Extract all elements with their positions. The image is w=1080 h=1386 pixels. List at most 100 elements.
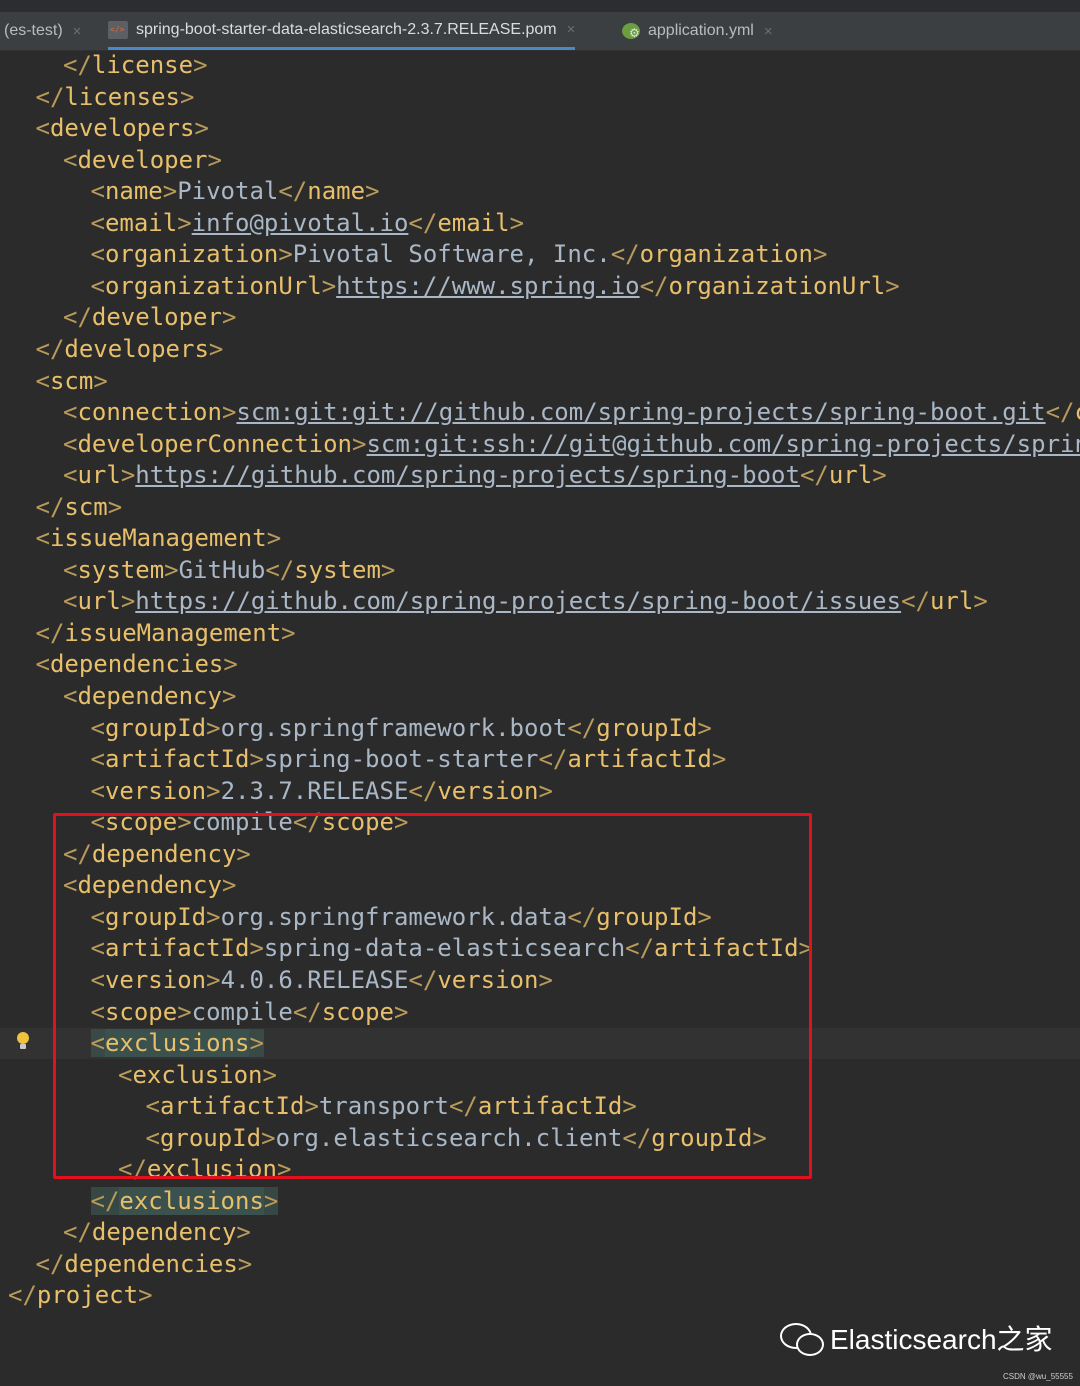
code-editor[interactable]: </license> </licenses> <developers> <develo… <box>0 50 1080 1386</box>
xml-bracket: > <box>194 114 209 143</box>
xml-bracket: > <box>107 492 123 521</box>
code-line[interactable]: </developers> <box>36 334 224 365</box>
code-line[interactable]: </dependency> <box>63 1217 251 1248</box>
close-icon[interactable]: × <box>73 23 82 40</box>
code-line[interactable]: <developerConnection>scm:git:ssh://git@g… <box>63 429 1080 460</box>
xml-tag-name: licenses <box>64 82 180 111</box>
xml-tag-name: developer <box>77 145 208 174</box>
highlight-annotation-box <box>53 813 812 1179</box>
xml-bracket: </ <box>35 492 65 521</box>
code-line[interactable]: <developers> <box>36 113 209 144</box>
editor-tab-bar: (es-test) × spring-boot-starter-data-ela… <box>0 0 1080 51</box>
xml-bracket: > <box>138 1281 153 1310</box>
xml-bracket: > <box>162 177 178 206</box>
xml-bracket: > <box>208 334 224 363</box>
code-line[interactable]: <issueManagement> <box>36 523 282 554</box>
code-line[interactable]: <scm> <box>36 366 108 397</box>
close-icon[interactable]: × <box>764 23 773 40</box>
xml-bracket: < <box>63 587 78 616</box>
xml-tag-name: artifactId <box>567 745 712 774</box>
code-line[interactable]: <system>GitHub</system> <box>63 555 395 586</box>
code-line[interactable]: <version>2.3.7.RELEASE</version> <box>91 776 553 807</box>
code-line[interactable]: <developer> <box>63 145 222 176</box>
xml-tag-name: version <box>104 776 207 805</box>
code-line[interactable]: <url>https://github.com/spring-projects/… <box>63 586 988 617</box>
code-line[interactable]: </dependencies> <box>36 1249 253 1280</box>
code-line[interactable]: <dependencies> <box>36 649 238 680</box>
code-line[interactable]: </scm> <box>36 492 123 523</box>
xml-text: Pivotal <box>177 177 279 206</box>
code-line[interactable]: <artifactId>spring-boot-starter</artifac… <box>91 744 727 775</box>
xml-bracket: </ <box>90 1186 120 1215</box>
watermark: Elasticsearch之家 <box>780 1318 1053 1358</box>
xml-bracket: > <box>321 271 337 300</box>
code-line[interactable]: </license> <box>63 50 208 81</box>
code-line[interactable]: </developer> <box>63 302 236 333</box>
xml-bracket: </ <box>610 240 640 269</box>
xml-tag-name: issueManagement <box>49 524 267 553</box>
xml-tag-name: organizationUrl <box>104 271 322 300</box>
xml-bracket: > <box>266 524 282 553</box>
xml-bracket: </ <box>901 587 930 616</box>
xml-bracket: > <box>885 271 900 300</box>
code-line[interactable]: <organizationUrl>https://www.spring.io</… <box>91 271 900 302</box>
xml-bracket: > <box>221 398 237 427</box>
xml-bracket: > <box>164 555 179 584</box>
code-line[interactable]: <email>info@pivotal.io</email> <box>91 208 525 239</box>
xml-bracket: < <box>90 776 105 805</box>
xml-text[interactable]: scm:git:ssh://git@github.com/spring-proj… <box>366 430 1080 458</box>
xml-tag-name: exclusions <box>119 1186 264 1215</box>
xml-bracket: < <box>90 240 105 269</box>
code-line[interactable]: </exclusions> <box>90 1186 279 1217</box>
intention-bulb-icon[interactable] <box>16 1032 30 1050</box>
code-line[interactable]: </licenses> <box>36 82 195 113</box>
tab-application-yml[interactable]: application.yml × <box>622 12 773 50</box>
xml-text[interactable]: info@pivotal.io <box>192 209 409 237</box>
code-line[interactable]: </project> <box>8 1280 153 1311</box>
xml-bracket: < <box>63 461 78 490</box>
xml-bracket: > <box>221 682 237 710</box>
xml-bracket: < <box>63 682 78 710</box>
xml-bracket: > <box>236 1218 251 1247</box>
code-line[interactable]: <organization>Pivotal Software, Inc.</or… <box>91 239 828 270</box>
code-line[interactable]: <connection>scm:git:git://github.com/spr… <box>63 397 1080 428</box>
xml-bracket: </ <box>35 1249 65 1278</box>
code-line[interactable]: <groupId>org.springframework.boot</group… <box>91 713 712 744</box>
close-icon[interactable]: × <box>567 21 576 38</box>
xml-bracket: > <box>249 745 264 774</box>
xml-text[interactable]: scm:git:git://github.com/spring-projects… <box>236 398 1045 426</box>
xml-tag-name: artifactId <box>104 745 250 774</box>
tab-pom-file[interactable]: spring-boot-starter-data-elasticsearch-2… <box>108 12 576 50</box>
xml-bracket: > <box>872 461 887 490</box>
xml-bracket: > <box>281 618 296 647</box>
xml-bracket: < <box>90 713 105 742</box>
xml-bracket: < <box>63 555 78 584</box>
xml-bracket: > <box>538 776 553 805</box>
xml-bracket: < <box>90 745 105 774</box>
xml-file-icon <box>108 20 128 39</box>
xml-tag-name: name <box>104 177 163 206</box>
xml-tag-name: scm <box>64 492 108 521</box>
fold-gutter[interactable] <box>0 50 8 1386</box>
xml-text[interactable]: https://github.com/spring-projects/sprin… <box>135 587 901 615</box>
code-line[interactable]: <name>Pivotal</name> <box>91 176 380 207</box>
xml-tag-name: dependency <box>91 1218 237 1247</box>
tab-es-test[interactable]: (es-test) × <box>4 12 81 50</box>
xml-tag-name: developers <box>64 334 209 363</box>
xml-tag-name: url <box>77 587 121 616</box>
xml-bracket: > <box>352 429 367 458</box>
xml-bracket: </ <box>408 776 438 805</box>
code-line[interactable]: < url> https://github.com/spring-projects/… <box>63 460 887 491</box>
credit-text: CSDN @wu_55555 <box>1003 1372 1073 1381</box>
xml-bracket: </ <box>567 713 597 742</box>
code-line[interactable]: <dependency> <box>63 681 236 712</box>
code-line[interactable]: </issueManagement> <box>36 618 296 649</box>
xml-text[interactable]: https://github.com/spring-projects/sprin… <box>135 461 800 489</box>
xml-bracket: < <box>35 650 50 679</box>
xml-bracket: </ <box>538 745 568 774</box>
xml-bracket: > <box>221 303 237 332</box>
xml-text: 2.3.7.RELEASE <box>220 776 409 805</box>
xml-tag-name: url <box>828 461 873 490</box>
xml-bracket: < <box>90 208 105 237</box>
xml-text[interactable]: https://www.spring.io <box>336 272 639 300</box>
